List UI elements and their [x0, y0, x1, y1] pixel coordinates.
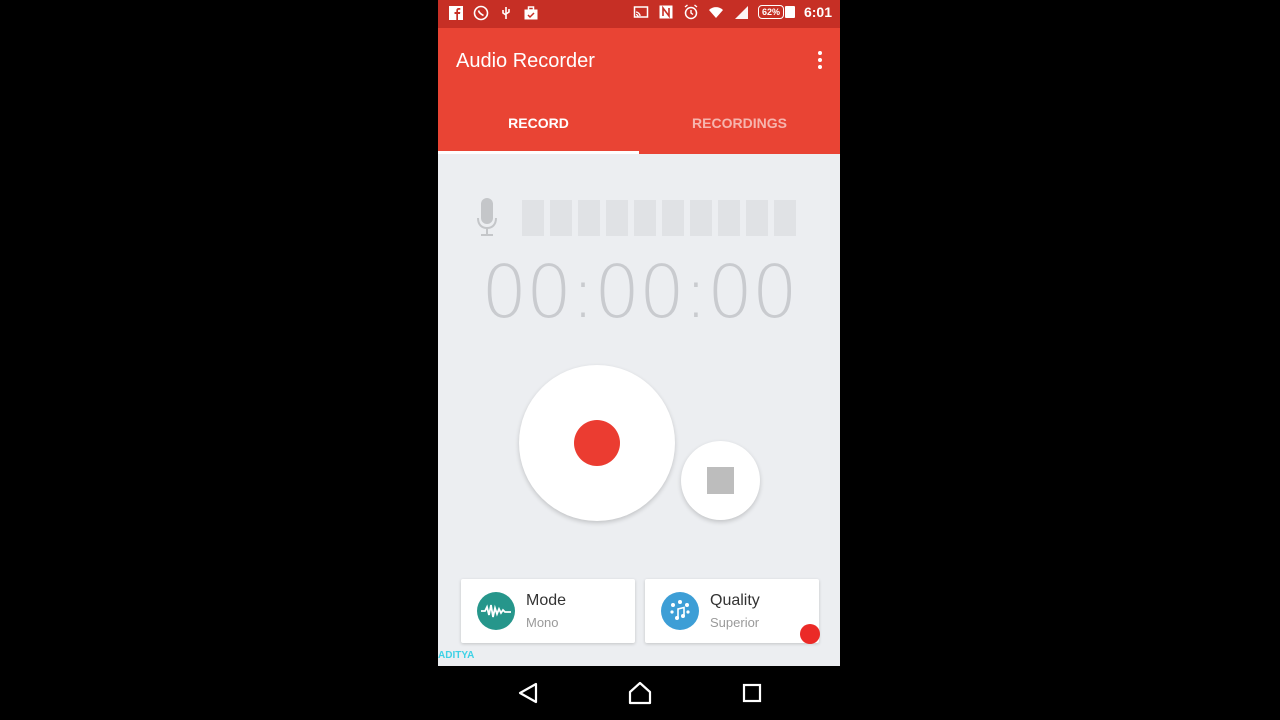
battery-indicator: 62%: [757, 5, 795, 19]
level-bar: [690, 200, 712, 236]
music-note-icon: [661, 592, 699, 630]
nfc-icon: [659, 5, 673, 19]
level-bar: [578, 200, 600, 236]
mode-setting-card[interactable]: Mode Mono: [461, 579, 635, 643]
quality-title: Quality: [710, 592, 760, 609]
home-icon: [628, 681, 652, 705]
stop-icon: [707, 467, 734, 494]
tab-recordings[interactable]: RECORDINGS: [639, 92, 840, 154]
whatsapp-icon: [473, 5, 489, 21]
more-vert-icon[interactable]: [814, 48, 826, 72]
level-bar: [522, 200, 544, 236]
level-meter: [522, 200, 796, 236]
level-bar: [718, 200, 740, 236]
back-button[interactable]: [513, 678, 543, 708]
level-bar: [606, 200, 628, 236]
signal-icon: [734, 6, 748, 19]
facebook-icon: [449, 6, 463, 20]
usb-icon: [502, 7, 510, 19]
level-bar: [550, 200, 572, 236]
back-icon: [518, 682, 538, 704]
level-bar: [634, 200, 656, 236]
microphone-icon: [477, 198, 497, 236]
battery-charging-icon: [784, 6, 795, 18]
record-panel: 00:00:00 Mode Mono Quality Superior ADIT…: [438, 154, 840, 666]
record-button[interactable]: [519, 365, 675, 521]
tab-record[interactable]: RECORD: [438, 92, 639, 154]
clock: 6:01: [803, 4, 832, 20]
watermark: ADITYA: [438, 650, 475, 661]
wifi-icon: [708, 7, 723, 18]
record-icon: [574, 420, 620, 466]
home-button[interactable]: [625, 678, 655, 708]
cast-icon: [633, 6, 649, 18]
navigation-bar: [438, 666, 840, 720]
phone-screen: 62% 6:01 Audio Recorder RECORD RECORDING…: [438, 0, 840, 720]
elapsed-timer: 00:00:00: [481, 250, 797, 334]
recents-icon: [742, 683, 762, 703]
status-bar: 62% 6:01: [438, 0, 840, 28]
recents-button[interactable]: [737, 678, 767, 708]
briefcase-icon: [524, 6, 538, 20]
waveform-icon: [477, 592, 515, 630]
alarm-icon: [684, 4, 698, 20]
level-bar: [774, 200, 796, 236]
quality-setting-card[interactable]: Quality Superior: [645, 579, 820, 644]
battery-percent: 62%: [757, 5, 784, 19]
mode-value: Mono: [526, 615, 559, 630]
level-bar: [662, 200, 684, 236]
quality-value: Superior: [710, 615, 760, 630]
level-bar: [746, 200, 768, 236]
mode-title: Mode: [526, 592, 567, 609]
app-title: Audio Recorder: [456, 50, 595, 72]
stop-button[interactable]: [681, 441, 760, 520]
recording-indicator-dot: [800, 624, 820, 644]
app-bar: Audio Recorder RECORD RECORDINGS: [438, 28, 840, 154]
